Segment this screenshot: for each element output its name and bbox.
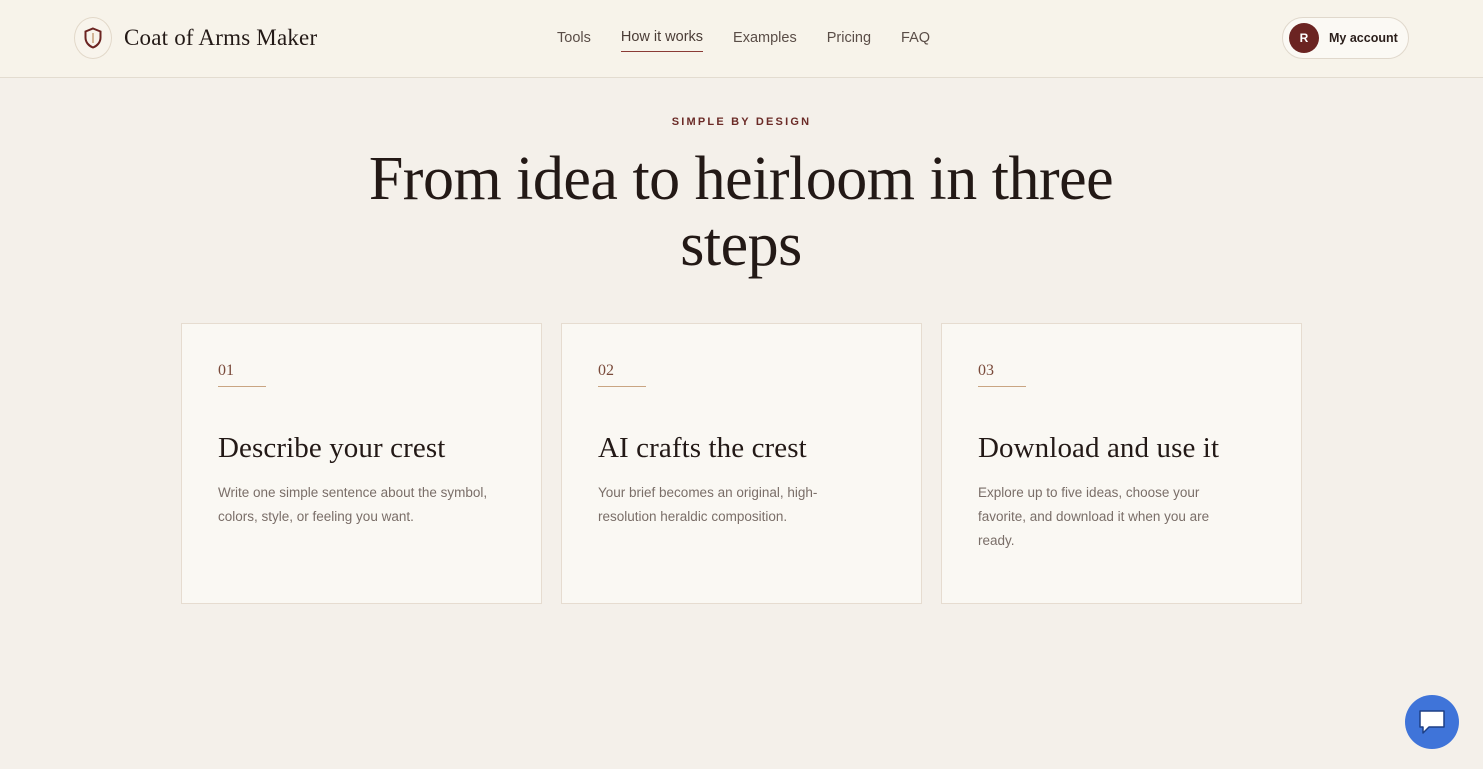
step-description: Write one simple sentence about the symb… <box>218 485 488 524</box>
step-title: Download and use it <box>978 432 1220 464</box>
step-card: 02 AI crafts the crest Your brief become… <box>561 323 922 604</box>
page-title: From idea to heirloom in three steps <box>368 145 1114 279</box>
main-nav: Tools How it works Examples Pricing FAQ <box>557 29 960 52</box>
avatar: R <box>1289 23 1319 53</box>
nav-examples[interactable]: Examples <box>733 30 797 52</box>
my-account-button[interactable]: R My account <box>1282 17 1409 59</box>
step-number: 02 <box>598 362 646 387</box>
steps-list: 01 Describe your crest Write one simple … <box>181 323 1321 604</box>
nav-how-it-works[interactable]: How it works <box>620 29 704 52</box>
step-description: Your brief becomes an original, high-res… <box>598 485 818 524</box>
chat-button[interactable] <box>1405 695 1459 749</box>
nav-faq[interactable]: FAQ <box>901 30 930 52</box>
step-title: Describe your crest <box>218 432 446 464</box>
shield-icon <box>74 17 112 59</box>
step-card: 03 Download and use it Explore up to fiv… <box>941 323 1302 604</box>
brand-name: Coat of Arms Maker <box>124 25 318 50</box>
nav-tools[interactable]: Tools <box>557 30 591 52</box>
step-title: AI crafts the crest <box>598 432 807 464</box>
step-number: 01 <box>218 362 266 387</box>
step-number: 03 <box>978 362 1026 387</box>
nav-pricing[interactable]: Pricing <box>827 30 871 52</box>
account-label: My account <box>1329 31 1398 45</box>
brand[interactable]: Coat of Arms Maker <box>74 17 317 59</box>
chat-bubble-icon <box>1419 710 1445 734</box>
site-header: Coat of Arms Maker Tools How it works Ex… <box>0 0 1483 78</box>
section-eyebrow: SIMPLE BY DESIGN <box>671 116 812 128</box>
step-description: Explore up to five ideas, choose your fa… <box>978 485 1210 548</box>
step-card: 01 Describe your crest Write one simple … <box>181 323 542 604</box>
